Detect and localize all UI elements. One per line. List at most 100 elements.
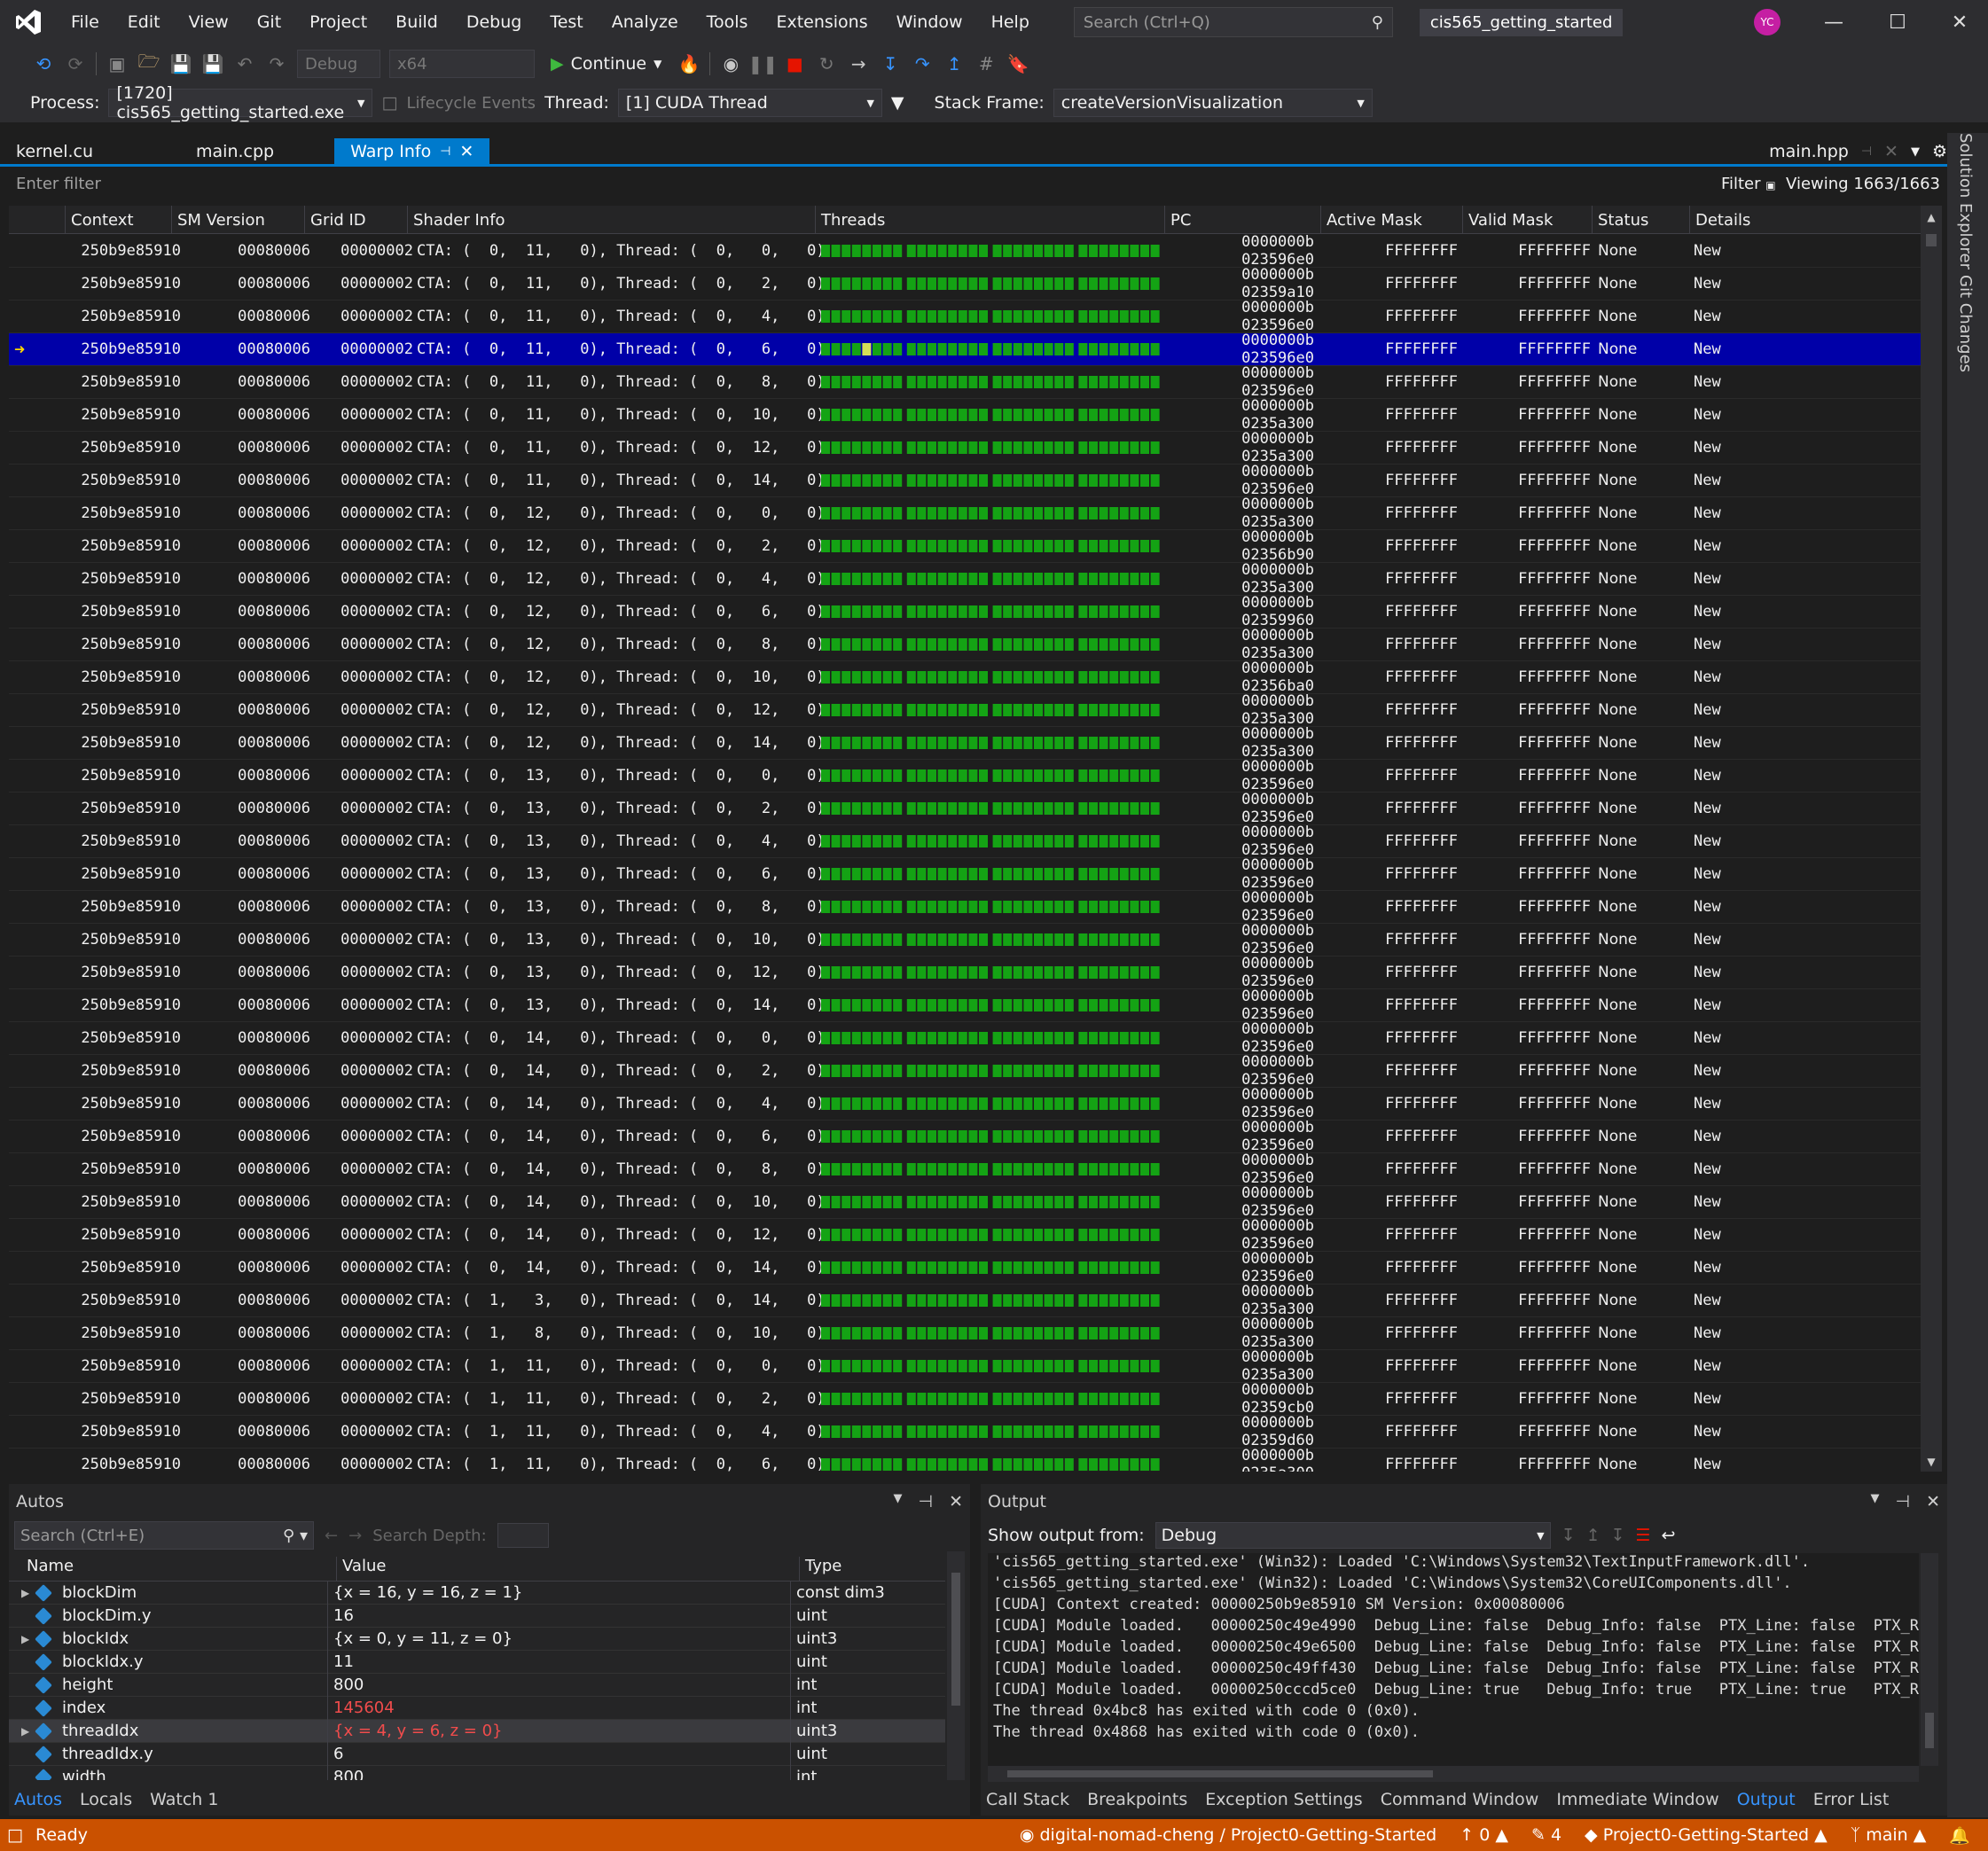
- prev-message-icon[interactable]: ↥: [1586, 1526, 1601, 1545]
- warp-row[interactable]: 250b9e85910 00080006 00000002 CTA: ( 0, 12,…: [9, 692, 1921, 728]
- column-header-valid-mask[interactable]: Valid Mask: [1463, 206, 1593, 234]
- tab-immediate-window[interactable]: Immediate Window: [1556, 1790, 1718, 1809]
- output-source-select[interactable]: Debug ▼: [1154, 1522, 1551, 1549]
- warp-row[interactable]: 250b9e85910 00080006 00000002 CTA: ( 0, 13,…: [9, 955, 1921, 990]
- column-header-context[interactable]: Context: [66, 206, 172, 234]
- autos-column-type[interactable]: Type: [800, 1557, 945, 1581]
- menu-extensions[interactable]: Extensions: [762, 12, 881, 32]
- filter-checkbox-icon[interactable]: ▣: [1765, 179, 1775, 191]
- back-arrow-icon[interactable]: ←: [325, 1527, 338, 1545]
- warp-row[interactable]: 250b9e85910 00080006 00000002 CTA: ( 0, 14,…: [9, 1020, 1921, 1056]
- open-folder-icon[interactable]: 🗁: [137, 51, 160, 75]
- autos-value[interactable]: 800: [328, 1765, 791, 1780]
- warp-row[interactable]: 250b9e85910 00080006 00000002 CTA: ( 0, 12,…: [9, 561, 1921, 597]
- column-header-details[interactable]: Details: [1690, 206, 1921, 234]
- autos-value[interactable]: 16: [328, 1604, 791, 1628]
- chevron-down-icon[interactable]: ▼: [1911, 145, 1920, 159]
- branch-status[interactable]: ᛉ main ▲: [1851, 1825, 1927, 1845]
- column-header-sm-version[interactable]: SM Version: [172, 206, 305, 234]
- toggle-word-wrap-icon[interactable]: ↩: [1661, 1526, 1675, 1545]
- close-icon[interactable]: ✕: [949, 1492, 963, 1511]
- warp-row[interactable]: 250b9e85910 00080006 00000002 CTA: ( 0, 14,…: [9, 1152, 1921, 1187]
- warp-row[interactable]: 250b9e85910 00080006 00000002 CTA: ( 1, 8, …: [9, 1316, 1921, 1351]
- expand-arrow-icon[interactable]: ▶: [21, 1725, 32, 1738]
- lifecycle-events-label[interactable]: Lifecycle Events: [406, 94, 536, 113]
- autos-row[interactable]: ▶ blockDim {x = 16, y = 16, z = 1} const di…: [9, 1582, 945, 1605]
- column-header-status[interactable]: Status: [1593, 206, 1690, 234]
- pin-icon[interactable]: ⊣: [440, 144, 450, 159]
- warp-row[interactable]: 250b9e85910 00080006 00000002 CTA: ( 0, 14,…: [9, 1250, 1921, 1285]
- warp-row[interactable]: 250b9e85910 00080006 00000002 CTA: ( 1, 11,…: [9, 1414, 1921, 1449]
- autos-row[interactable]: width 800 int: [9, 1765, 945, 1780]
- step-over-icon[interactable]: ↷: [911, 52, 934, 75]
- output-text[interactable]: 'cis565_getting_started.exe' (Win32): Lo…: [988, 1553, 1919, 1766]
- column-header-active-mask[interactable]: Active Mask: [1321, 206, 1463, 234]
- maximize-icon[interactable]: ☐: [1880, 7, 1915, 37]
- warp-row[interactable]: 250b9e85910 00080006 00000002 CTA: ( 1, 3, …: [9, 1283, 1921, 1318]
- continue-button[interactable]: ▶ Continue ▼: [544, 54, 669, 74]
- output-vscroll-thumb[interactable]: [1925, 1713, 1934, 1748]
- warp-row[interactable]: ➜ 250b9e85910 00080006 00000002 CTA: ( 0, 11…: [9, 332, 1921, 367]
- autos-row[interactable]: ▶ threadIdx {x = 4, y = 6, z = 0} uint3: [9, 1719, 945, 1743]
- filter-icon[interactable]: ▼: [891, 93, 904, 113]
- redo-icon[interactable]: ↷: [265, 52, 288, 75]
- warp-row[interactable]: 250b9e85910 00080006 00000002 CTA: ( 0, 11,…: [9, 430, 1921, 465]
- close-icon[interactable]: ✕: [459, 142, 474, 161]
- new-item-icon[interactable]: ▣: [106, 52, 129, 75]
- warp-row[interactable]: 250b9e85910 00080006 00000002 CTA: ( 0, 13,…: [9, 824, 1921, 859]
- camera-icon[interactable]: ◉: [719, 52, 742, 75]
- close-icon[interactable]: ✕: [1926, 1492, 1940, 1511]
- close-window-icon[interactable]: ✕: [1942, 7, 1977, 37]
- tab-command-window[interactable]: Command Window: [1381, 1790, 1539, 1809]
- warp-row[interactable]: 250b9e85910 00080006 00000002 CTA: ( 0, 13,…: [9, 922, 1921, 957]
- scroll-up-icon[interactable]: ▲: [1921, 211, 1942, 223]
- column-header-grid-id[interactable]: Grid ID: [305, 206, 408, 234]
- forward-arrow-icon[interactable]: →: [348, 1527, 362, 1545]
- autos-row[interactable]: threadIdx.y 6 uint: [9, 1742, 945, 1766]
- tab-main-cpp[interactable]: main.cpp: [180, 138, 290, 165]
- tab-breakpoints[interactable]: Breakpoints: [1087, 1790, 1187, 1809]
- show-next-statement-icon[interactable]: →: [847, 52, 870, 75]
- expand-arrow-icon[interactable]: ▶: [21, 1587, 32, 1599]
- visual-studio-logo-icon[interactable]: [0, 0, 57, 44]
- warp-row[interactable]: 250b9e85910 00080006 00000002 CTA: ( 1, 11,…: [9, 1447, 1921, 1472]
- output-hscrollbar[interactable]: [988, 1766, 1919, 1782]
- step-out-icon[interactable]: ↥: [943, 52, 966, 75]
- github-repo[interactable]: ◉ digital-nomad-cheng / Project0-Getting…: [1020, 1825, 1436, 1845]
- tab-watch-1[interactable]: Watch 1: [150, 1790, 218, 1809]
- platform-select[interactable]: x64: [389, 50, 535, 78]
- warp-row[interactable]: 250b9e85910 00080006 00000002 CTA: ( 0, 12,…: [9, 725, 1921, 761]
- pause-icon[interactable]: ❚❚: [748, 52, 779, 75]
- autos-row[interactable]: height 800 int: [9, 1673, 945, 1697]
- autos-value[interactable]: {x = 0, y = 11, z = 0}: [328, 1627, 791, 1651]
- gear-icon[interactable]: ⚙: [1932, 142, 1947, 161]
- avatar[interactable]: YC: [1754, 9, 1781, 35]
- tab-output[interactable]: Output: [1737, 1790, 1796, 1809]
- hex-display-icon[interactable]: #: [974, 52, 998, 75]
- menu-help[interactable]: Help: [977, 12, 1044, 32]
- chevron-down-icon[interactable]: ▼: [1871, 1492, 1880, 1511]
- menu-edit[interactable]: Edit: [113, 12, 175, 32]
- warp-row[interactable]: 250b9e85910 00080006 00000002 CTA: ( 0, 14,…: [9, 1184, 1921, 1220]
- save-all-icon[interactable]: 💾: [201, 52, 224, 75]
- output-hscroll-thumb[interactable]: [1007, 1770, 1433, 1777]
- stop-icon[interactable]: ■: [783, 52, 806, 75]
- autos-row[interactable]: index 145604 int: [9, 1696, 945, 1720]
- warp-row[interactable]: 250b9e85910 00080006 00000002 CTA: ( 0, 14,…: [9, 1053, 1921, 1089]
- autos-row[interactable]: blockIdx.y 11 uint: [9, 1650, 945, 1674]
- autos-column-name[interactable]: Name: [9, 1557, 337, 1581]
- menu-analyze[interactable]: Analyze: [598, 12, 693, 32]
- warp-row[interactable]: 250b9e85910 00080006 00000002 CTA: ( 0, 12,…: [9, 660, 1921, 695]
- autos-value[interactable]: {x = 16, y = 16, z = 1}: [328, 1582, 791, 1605]
- warp-row[interactable]: 250b9e85910 00080006 00000002 CTA: ( 0, 12,…: [9, 627, 1921, 662]
- find-message-icon[interactable]: ↧: [1561, 1526, 1576, 1545]
- menu-build[interactable]: Build: [381, 12, 452, 32]
- close-icon[interactable]: ✕: [1884, 142, 1898, 161]
- autos-scrollbar[interactable]: [947, 1551, 965, 1780]
- warp-row[interactable]: 250b9e85910 00080006 00000002 CTA: ( 0, 13,…: [9, 856, 1921, 892]
- warp-grid-scrollbar[interactable]: ▲ ▼: [1921, 206, 1942, 1472]
- autos-row[interactable]: ▶ blockIdx {x = 0, y = 11, z = 0} uint3: [9, 1627, 945, 1651]
- warp-row[interactable]: 250b9e85910 00080006 00000002 CTA: ( 0, 13,…: [9, 791, 1921, 826]
- autos-scroll-thumb[interactable]: [951, 1573, 960, 1706]
- warp-row[interactable]: 250b9e85910 00080006 00000002 CTA: ( 0, 12,…: [9, 496, 1921, 531]
